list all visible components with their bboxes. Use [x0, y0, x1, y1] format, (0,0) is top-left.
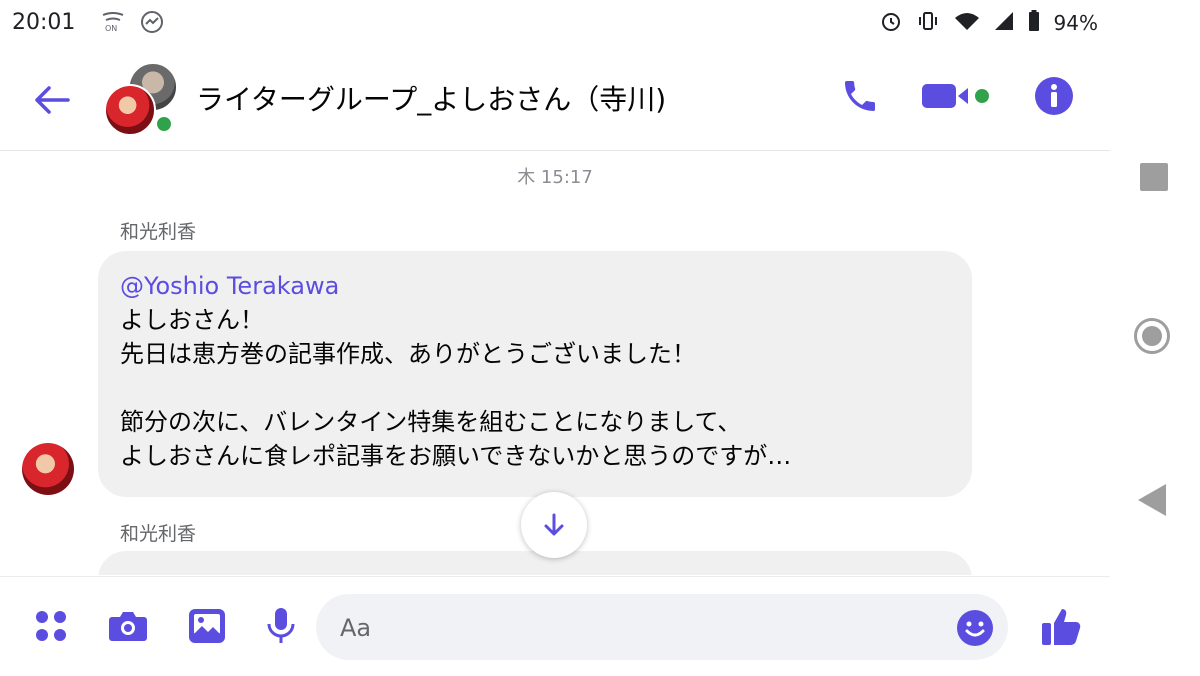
sender-name: 和光利香 [120, 523, 197, 545]
group-avatar[interactable] [104, 62, 178, 136]
battery-percent: 94% [1053, 11, 1098, 35]
message-bubble[interactable]: @Yoshio Terakawa よしおさん！ 先日は恵方巻の記事作成、ありがと… [98, 251, 972, 497]
conversation-title[interactable]: ライターグループ_よしおさん（寺川) [196, 78, 666, 118]
image-icon [189, 609, 225, 643]
status-notification-icons: ON [100, 10, 164, 38]
info-icon [1035, 77, 1073, 115]
avatar-member-1 [104, 84, 156, 136]
svg-text:ON: ON [105, 24, 117, 33]
microphone-icon [267, 608, 295, 643]
sender-avatar[interactable] [22, 443, 74, 495]
message-composer [0, 576, 1110, 676]
voice-call-button[interactable] [840, 76, 880, 116]
mention-link[interactable]: @Yoshio Terakawa [120, 272, 339, 300]
message-body: よしおさん！ 先日は恵方巻の記事作成、ありがとうございました！ 節分の次に、バレ… [120, 306, 792, 470]
battery-icon [1028, 10, 1040, 36]
emoji-button[interactable] [956, 609, 994, 651]
wifi-icon [954, 10, 980, 36]
vowifi-icon: ON [100, 11, 126, 37]
composer-actions [34, 607, 296, 649]
arrow-left-icon [35, 86, 70, 114]
more-actions-button[interactable] [34, 609, 68, 647]
status-time: 20:01 [12, 10, 76, 35]
video-camera-icon [922, 84, 989, 108]
thumbs-up-icon [1042, 609, 1081, 645]
arrow-down-icon [544, 513, 564, 536]
conversation-header: ライターグループ_よしおさん（寺川) [0, 48, 1110, 151]
phone-icon [845, 81, 875, 111]
messenger-notification-icon [140, 10, 164, 38]
online-status-dot [154, 114, 174, 134]
voice-message-button[interactable] [266, 607, 296, 649]
system-navigation-bar [1110, 0, 1200, 675]
smiley-icon [957, 610, 993, 646]
vibrate-icon [916, 10, 940, 36]
like-button[interactable] [1040, 605, 1082, 651]
status-system-icons: 94% [880, 10, 1098, 36]
signal-icon [994, 11, 1014, 35]
status-bar: 20:01 ON 94% [0, 0, 1110, 48]
recents-button[interactable] [1140, 163, 1168, 191]
alarm-icon [880, 10, 902, 36]
message-text: @Yoshio Terakawa よしおさん！ 先日は恵方巻の記事作成、ありがと… [120, 269, 791, 473]
system-back-button[interactable] [1138, 484, 1166, 516]
message-timestamp: 木 15:17 [517, 167, 593, 188]
message-list[interactable]: 木 15:17 和光利香 @Yoshio Terakawa よしおさん！ 先日は… [0, 151, 1110, 575]
camera-button[interactable] [108, 609, 148, 647]
info-button[interactable] [1034, 76, 1074, 116]
video-call-button[interactable] [922, 81, 992, 111]
four-dots-icon [36, 611, 66, 641]
sender-name: 和光利香 [120, 221, 197, 243]
header-actions [840, 76, 1074, 116]
message-input-wrapper [316, 594, 1008, 662]
gallery-button[interactable] [188, 608, 226, 648]
message-bubble[interactable] [98, 551, 972, 575]
message-input[interactable] [338, 594, 942, 662]
home-button[interactable] [1134, 318, 1170, 354]
scroll-to-bottom-button[interactable] [521, 492, 587, 558]
back-button[interactable] [30, 78, 74, 122]
camera-icon [109, 612, 147, 641]
